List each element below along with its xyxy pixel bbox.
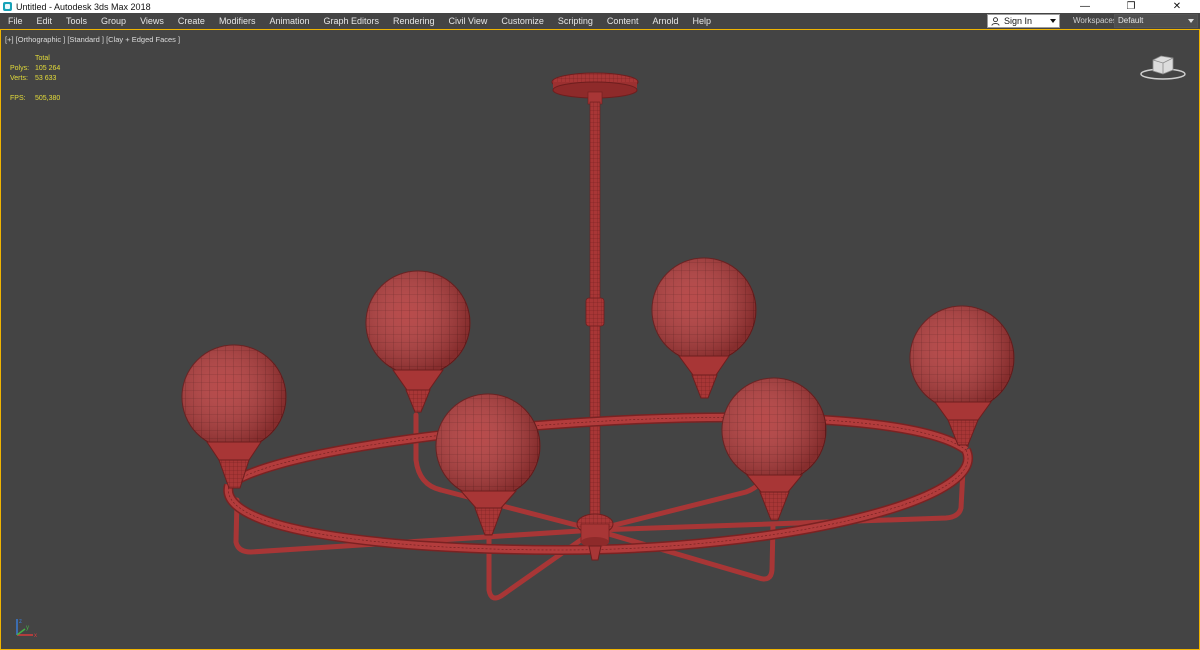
menu-modifiers[interactable]: Modifiers <box>212 13 263 29</box>
workspaces-label: Workspaces: <box>1073 16 1120 25</box>
menu-tools[interactable]: Tools <box>59 13 94 29</box>
stats-header: Total <box>35 55 50 62</box>
axis-y-label: y <box>26 625 29 631</box>
axis-z-label: z <box>19 619 22 625</box>
axis-x-label: x <box>34 633 37 639</box>
menu-help[interactable]: Help <box>685 13 718 29</box>
viewport-label[interactable]: [+] [Orthographic ] [Standard ] [Clay + … <box>5 35 180 44</box>
axis-tripod-icon: z x y <box>16 619 37 639</box>
fps-value: 505,380 <box>35 95 61 102</box>
sign-in-label: Sign In <box>1004 16 1033 26</box>
minimize-button[interactable]: — <box>1062 0 1108 13</box>
workspaces-select[interactable]: Default <box>1114 14 1198 28</box>
center-stem <box>585 101 605 523</box>
menu-civil-view[interactable]: Civil View <box>442 13 495 29</box>
window-controls: — ❐ ✕ <box>1062 0 1200 13</box>
window-title: Untitled - Autodesk 3ds Max 2018 <box>16 1 151 12</box>
menu-content[interactable]: Content <box>600 13 646 29</box>
sign-in-dropdown[interactable]: Sign In <box>987 14 1060 28</box>
restore-button[interactable]: ❐ <box>1108 0 1154 13</box>
menu-group[interactable]: Group <box>94 13 133 29</box>
ceiling-canopy <box>551 72 639 105</box>
viewport[interactable]: [+] [Orthographic ] [Standard ] [Clay + … <box>0 29 1200 650</box>
menu-customize[interactable]: Customize <box>494 13 551 29</box>
globe-far-right <box>909 305 1015 446</box>
menu-graph-editors[interactable]: Graph Editors <box>316 13 386 29</box>
viewcube-icon[interactable] <box>1139 50 1187 82</box>
globe-back-left <box>365 270 471 413</box>
globe-front-right <box>721 377 827 521</box>
globe-back-right <box>651 257 757 399</box>
menu-file[interactable]: File <box>0 13 30 29</box>
scene-canvas <box>181 72 1015 601</box>
verts-value: 53 633 <box>35 75 57 82</box>
workspace-value: Default <box>1118 16 1144 25</box>
app-icon <box>3 2 12 11</box>
menu-create[interactable]: Create <box>171 13 212 29</box>
close-button[interactable]: ✕ <box>1154 0 1200 13</box>
menu-animation[interactable]: Animation <box>262 13 316 29</box>
menu-scripting[interactable]: Scripting <box>551 13 600 29</box>
polys-label: Polys: <box>10 65 30 72</box>
menu-edit[interactable]: Edit <box>30 13 60 29</box>
polys-value: 105 264 <box>35 65 61 72</box>
chevron-down-icon <box>1188 19 1194 23</box>
menu-views[interactable]: Views <box>133 13 171 29</box>
verts-label: Verts: <box>10 75 28 82</box>
title-bar: Untitled - Autodesk 3ds Max 2018 — ❐ ✕ <box>0 0 1200 13</box>
chevron-down-icon <box>1050 19 1056 23</box>
user-icon <box>991 16 1000 26</box>
menu-rendering[interactable]: Rendering <box>386 13 442 29</box>
menu-arnold[interactable]: Arnold <box>645 13 685 29</box>
fps-label: FPS: <box>10 95 26 102</box>
